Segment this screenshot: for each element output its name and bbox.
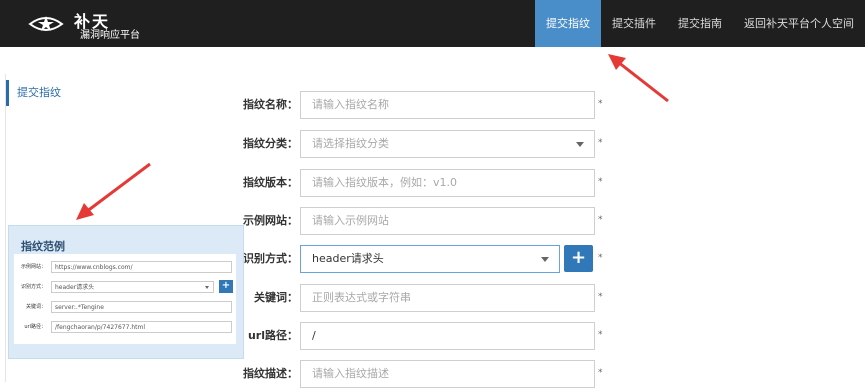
example-value: header请求头 [51, 281, 214, 293]
top-navbar: 补天 漏洞响应平台 提交指纹 提交插件 提交指南 返回补天平台个人空间 [0, 0, 865, 47]
fingerprint-version-input[interactable]: 请输入指纹版本，例如：v1.0 [300, 169, 595, 197]
logo[interactable]: 补天 漏洞响应平台 [28, 6, 148, 42]
required-mark: * [598, 215, 603, 225]
field-label: url路径： [247, 329, 298, 342]
main-nav: 提交指纹 提交插件 提交指南 返回补天平台个人空间 [535, 0, 865, 47]
chevron-down-icon [205, 286, 209, 289]
example-form-image: 示例网站： https://www.cnblogs.com/ 识别方式： hea… [14, 254, 236, 344]
required-mark: * [598, 138, 603, 148]
keyword-input[interactable]: 正则表达式或字符串 [300, 284, 595, 312]
example-title: 指纹范例 [21, 240, 65, 253]
detection-method-select[interactable]: header请求头 [300, 245, 560, 273]
field-label: 指纹名称： [243, 98, 298, 111]
required-mark: * [598, 292, 603, 302]
field-label: 指纹分类： [243, 137, 298, 150]
fingerprint-category-select[interactable]: 请选择指纹分类 [300, 130, 595, 158]
field-label: 指纹版本： [243, 176, 298, 189]
example-value: /fengchaoran/p/7427677.html [51, 321, 232, 333]
nav-submit-plugin[interactable]: 提交插件 [601, 0, 667, 47]
required-mark: * [598, 177, 603, 187]
select-value: header请求头 [312, 252, 384, 265]
form-row-name: 指纹名称： [230, 91, 300, 119]
example-label: 识别方式： [20, 284, 46, 290]
field-label: 指纹描述： [243, 367, 298, 380]
field-label: 示例网站： [243, 214, 298, 227]
example-row: 识别方式： header请求头 + [14, 280, 236, 294]
sidebar-divider [5, 74, 6, 382]
arrow-icon [76, 162, 151, 220]
example-label: url路径： [24, 324, 46, 330]
example-row: 示例网站： https://www.cnblogs.com/ [14, 260, 236, 274]
add-detection-rule-button[interactable]: + [564, 245, 593, 272]
select-placeholder: 请选择指纹分类 [312, 137, 389, 150]
example-label: 关键词： [25, 304, 46, 310]
example-row: 关键词： server:.*Tengine [14, 300, 236, 314]
sidebar-item-submit-fingerprint[interactable]: 提交指纹 [6, 80, 77, 106]
required-mark: * [598, 99, 603, 109]
nav-submit-fingerprint[interactable]: 提交指纹 [535, 0, 601, 47]
fingerprint-name-input[interactable]: 请输入指纹名称 [300, 91, 595, 119]
nav-back-to-personal-space[interactable]: 返回补天平台个人空间 [733, 0, 865, 47]
example-value: https://www.cnblogs.com/ [51, 261, 232, 273]
form-row-description: 指纹描述： [230, 360, 300, 388]
example-value: server:.*Tengine [51, 301, 232, 313]
logo-subtitle: 漏洞响应平台 [80, 30, 140, 41]
example-select-value: header请求头 [55, 284, 95, 291]
example-site-input[interactable]: 请输入示例网站 [300, 207, 595, 235]
url-path-input[interactable]: / [300, 322, 595, 350]
fingerprint-description-input[interactable]: 请输入指纹描述 [300, 360, 595, 388]
example-label: 示例网站： [20, 264, 46, 270]
form-row-version: 指纹版本： [230, 169, 300, 197]
required-mark: * [598, 253, 603, 263]
arrow-icon [608, 54, 669, 103]
example-row: url路径： /fengchaoran/p/7427677.html [14, 320, 236, 334]
required-mark: * [598, 368, 603, 378]
chevron-down-icon [576, 142, 584, 147]
chevron-down-icon [541, 257, 549, 262]
field-label: 识别方式： [243, 252, 298, 265]
required-mark: * [598, 330, 603, 340]
example-add-button: + [219, 280, 233, 293]
nav-submit-guide[interactable]: 提交指南 [667, 0, 733, 47]
field-label: 关键词： [254, 291, 298, 304]
star-logo-icon [28, 16, 64, 31]
fingerprint-example-panel: 指纹范例 示例网站： https://www.cnblogs.com/ 识别方式… [8, 225, 244, 359]
form-row-category: 指纹分类： [230, 130, 300, 158]
